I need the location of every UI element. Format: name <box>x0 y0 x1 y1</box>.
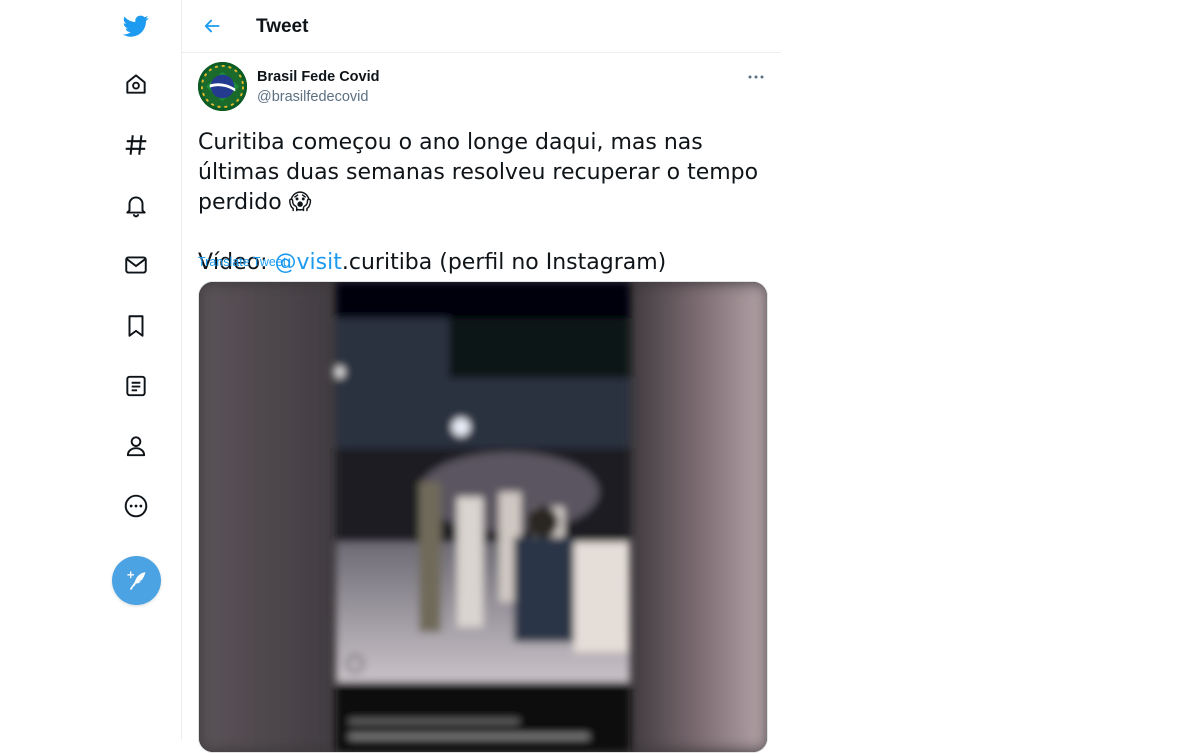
lists-icon[interactable] <box>112 362 160 410</box>
main-column: Tweet Brasil Fede Covid @brasilfedecovid… <box>181 0 782 753</box>
profile-icon[interactable] <box>112 422 160 470</box>
bookmarks-icon[interactable] <box>112 302 160 350</box>
video-frame-blurred <box>199 282 767 752</box>
sidebar <box>0 0 181 740</box>
explore-hashtag-icon[interactable] <box>112 121 160 169</box>
scream-emoji: 😱 <box>288 190 312 215</box>
tweet-video[interactable] <box>198 281 768 753</box>
compose-tweet-button[interactable] <box>112 556 161 605</box>
more-horizontal-icon <box>748 75 764 79</box>
author-name[interactable]: Brasil Fede Covid <box>257 69 379 85</box>
more-icon[interactable] <box>112 482 160 530</box>
compose-tweet-icon <box>126 571 145 590</box>
arrow-left-icon <box>204 19 220 33</box>
notifications-bell-icon[interactable] <box>112 181 160 229</box>
messages-mail-icon[interactable] <box>112 241 160 289</box>
tweet-more-button[interactable] <box>744 66 768 88</box>
avatar[interactable] <box>198 62 247 111</box>
right-column <box>781 0 1200 740</box>
twitter-logo-icon[interactable] <box>112 2 160 50</box>
home-icon[interactable] <box>112 60 160 108</box>
tweet-text-line: Curitiba começou o ano longe daqui, mas … <box>198 130 759 215</box>
video-suffix: .curitiba (perfil no Instagram) <box>341 250 667 275</box>
author-handle[interactable]: @brasilfedecovid <box>257 89 368 105</box>
translate-tweet-link[interactable]: Translate Tweet <box>198 255 286 269</box>
page-title: Tweet <box>256 16 309 37</box>
page-header: Tweet <box>182 0 781 53</box>
back-button[interactable] <box>196 10 228 42</box>
